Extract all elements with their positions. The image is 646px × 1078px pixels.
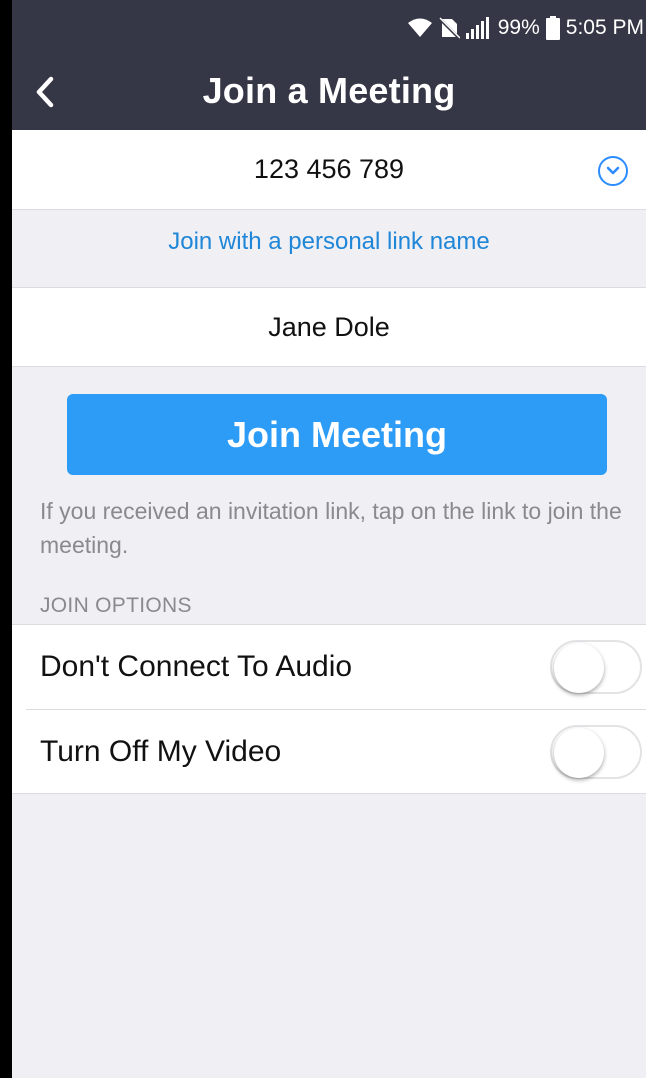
option-label: Don't Connect To Audio — [40, 650, 353, 683]
toggle-knob — [554, 643, 604, 693]
signal-icon — [465, 17, 492, 39]
wifi-icon — [407, 18, 432, 38]
invitation-hint: If you received an invitation link, tap … — [40, 498, 622, 558]
display-name-field[interactable]: Jane Dole — [12, 287, 646, 367]
nav-bar: Join a Meeting — [12, 56, 646, 130]
join-meeting-screen: 99% 5:05 PM Join a Meeting 123 456 789 J… — [12, 0, 646, 1078]
meeting-id-field[interactable]: 123 456 789 — [12, 130, 646, 210]
personal-link-name-link[interactable]: Join with a personal link name — [12, 228, 646, 256]
top-bar: 99% 5:05 PM Join a Meeting — [12, 0, 646, 130]
no-sim-icon — [437, 17, 460, 39]
meeting-history-button[interactable] — [598, 156, 628, 186]
battery-icon — [545, 16, 560, 40]
option-turn-off-video: Turn Off My Video — [12, 710, 646, 794]
option-dont-connect-audio: Don't Connect To Audio — [12, 625, 646, 710]
video-toggle[interactable] — [550, 725, 642, 779]
display-name-value: Jane Dole — [268, 311, 390, 342]
join-options-header: JOIN OPTIONS — [40, 594, 192, 617]
audio-toggle[interactable] — [550, 640, 642, 694]
toggle-knob — [554, 728, 604, 778]
option-label: Turn Off My Video — [40, 735, 282, 768]
chevron-down-icon — [606, 166, 620, 175]
page-title: Join a Meeting — [202, 70, 456, 111]
status-bar: 99% 5:05 PM — [407, 0, 646, 56]
join-options-list: Don't Connect To Audio Turn Off My Video — [12, 624, 646, 794]
meeting-id-value: 123 456 789 — [253, 154, 405, 184]
join-meeting-button[interactable]: Join Meeting — [67, 394, 607, 475]
battery-percent: 99% — [497, 16, 540, 39]
clock: 5:05 PM — [565, 16, 644, 39]
